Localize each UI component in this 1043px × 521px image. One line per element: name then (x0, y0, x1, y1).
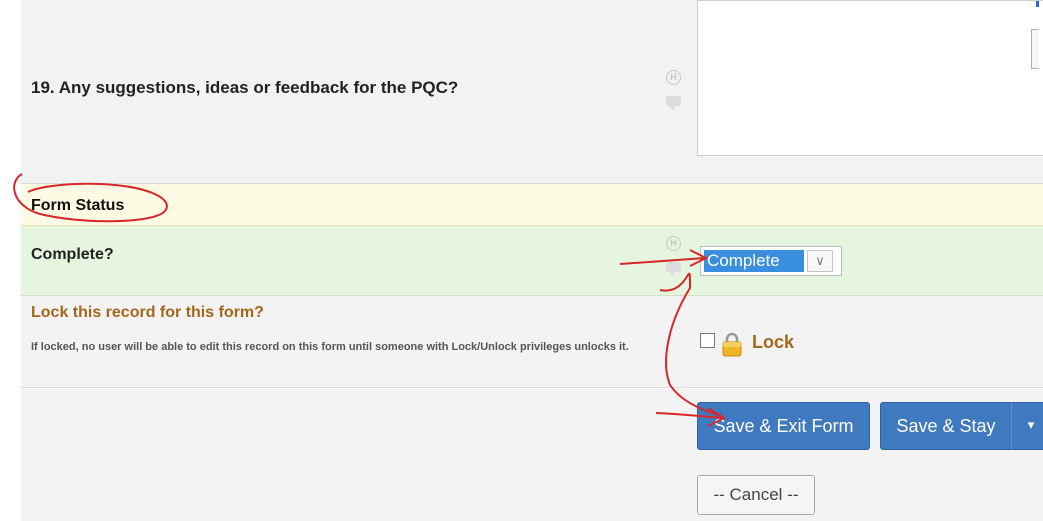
lock-checkbox-label[interactable]: Lock (752, 332, 794, 353)
save-and-exit-button[interactable]: Save & Exit Form (697, 402, 870, 450)
lock-record-label: Lock this record for this form? (31, 304, 264, 321)
field-history-icon[interactable]: H (666, 70, 681, 85)
save-and-stay-button[interactable]: Save & Stay (880, 402, 1012, 450)
complete-label: Complete? (31, 246, 114, 263)
complete-row (21, 226, 1043, 296)
complete-status-selected-value: Complete (704, 250, 804, 272)
form-status-header-row (21, 184, 1043, 226)
question-19-textarea[interactable] (697, 0, 1043, 156)
data-entry-form: 19. Any suggestions, ideas or feedback f… (0, 0, 1043, 521)
lock-checkbox[interactable] (700, 333, 715, 348)
caret-down-icon: ▾ (1027, 417, 1035, 432)
question-19-label: 19. Any suggestions, ideas or feedback f… (31, 78, 459, 97)
complete-status-select[interactable]: Complete ∨ (700, 246, 842, 276)
textarea-scrollbar[interactable] (1031, 29, 1039, 69)
cancel-button[interactable]: -- Cancel -- (697, 475, 815, 515)
field-comment-icon[interactable] (666, 96, 681, 110)
form-status-header: Form Status (31, 197, 125, 214)
padlock-icon (722, 332, 742, 357)
page-margin (0, 0, 21, 521)
lock-record-note: If locked, no user will be able to edit … (31, 341, 629, 353)
complete-comment-icon[interactable] (666, 262, 681, 276)
complete-history-icon[interactable]: H (666, 236, 681, 251)
chevron-down-icon[interactable]: ∨ (807, 250, 833, 272)
scrollbar-mark (1036, 1, 1039, 7)
save-options-dropdown-button[interactable]: ▾ (1011, 402, 1043, 450)
